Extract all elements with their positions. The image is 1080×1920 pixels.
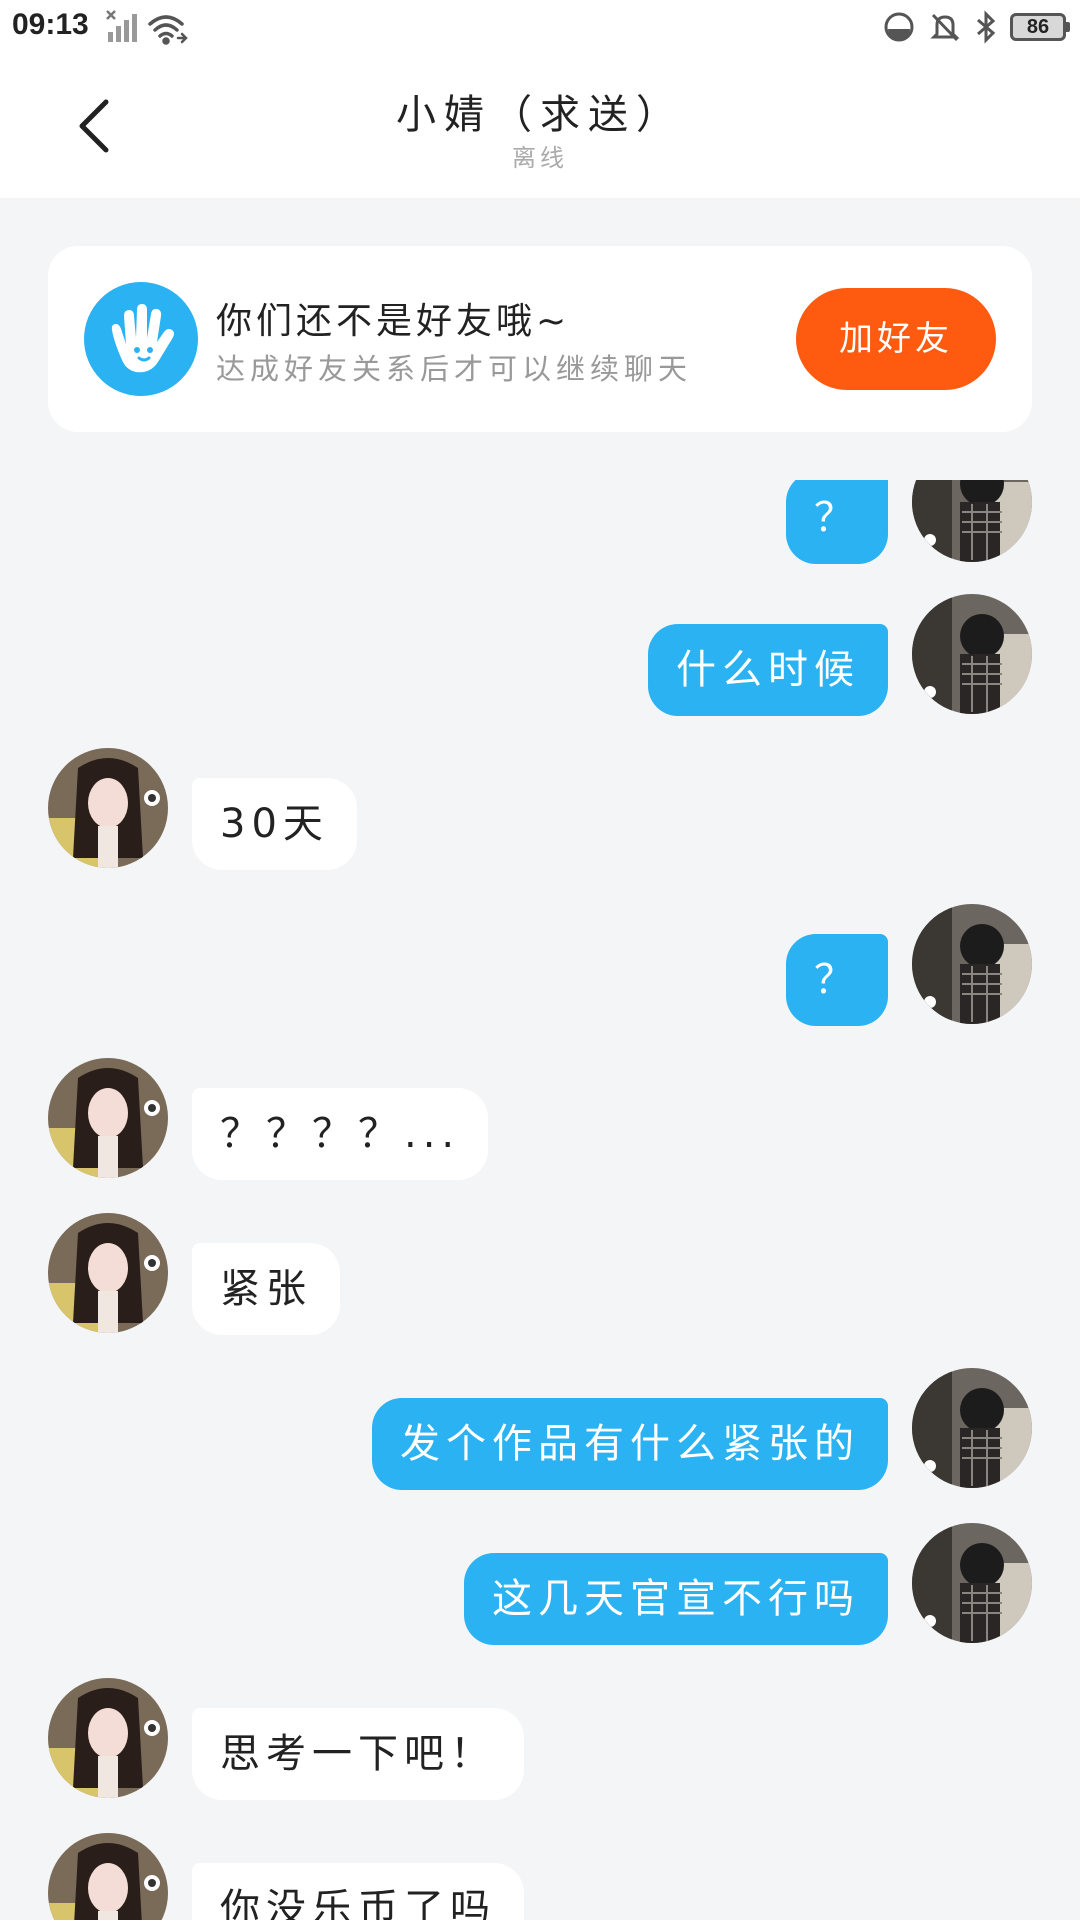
message-bubble[interactable]: 这几天官宣不行吗 xyxy=(464,1553,888,1645)
message-bubble[interactable]: ？？？？... xyxy=(192,1088,489,1180)
status-time: 09:13 xyxy=(12,8,89,41)
message-row: 你没乐币了吗 xyxy=(0,1833,1080,1920)
signal-icons xyxy=(106,10,190,50)
message-bubble[interactable]: 什么时候 xyxy=(648,624,888,716)
message-row: 这几天官宣不行吗 xyxy=(0,1523,1080,1645)
avatar[interactable] xyxy=(912,904,1032,1024)
message-row: 紧张 xyxy=(0,1213,1080,1335)
chat-title: 小婧（求送） xyxy=(396,92,684,138)
message-bubble[interactable]: ？ xyxy=(786,934,888,1026)
data-saver-icon xyxy=(884,12,914,42)
status-bar: 09:13 86 xyxy=(0,0,1080,56)
avatar[interactable] xyxy=(912,594,1032,714)
message-bubble[interactable]: 紧张 xyxy=(192,1243,340,1335)
message-row: 发个作品有什么紧张的 xyxy=(0,1368,1080,1490)
message-bubble[interactable]: 你没乐币了吗 xyxy=(192,1863,524,1920)
message-row: 30天 xyxy=(0,748,1080,870)
no-signal-icon xyxy=(106,10,137,42)
message-row: ？？？？... xyxy=(0,1058,1080,1180)
avatar[interactable] xyxy=(48,748,168,868)
avatar[interactable] xyxy=(48,1678,168,1798)
friend-prompt-title: 你们还不是好友哦~ xyxy=(216,301,571,342)
avatar[interactable] xyxy=(912,480,1032,562)
battery-icon: 86 xyxy=(1010,13,1070,41)
add-friend-card: 你们还不是好友哦~ 达成好友关系后才可以继续聊天 加好友 xyxy=(48,246,1032,432)
message-row: ？ xyxy=(0,904,1080,1026)
friend-prompt-description: 达成好友关系后才可以继续聊天 xyxy=(216,352,693,386)
message-list[interactable]: ？ 什么时候 30天 ？ ？？？？... 紧张 发个作品有什么紧张的 这几天官宣… xyxy=(0,480,1080,1920)
message-row: 什么时候 xyxy=(0,594,1080,716)
message-bubble[interactable]: 30天 xyxy=(192,778,357,870)
message-bubble[interactable]: 发个作品有什么紧张的 xyxy=(372,1398,888,1490)
message-bubble[interactable]: ？ xyxy=(786,480,888,564)
mute-bell-icon xyxy=(930,13,960,42)
hand-wave-icon xyxy=(84,282,198,396)
avatar[interactable] xyxy=(48,1213,168,1333)
chat-header: 小婧（求送） 离线 xyxy=(0,56,1080,198)
add-friend-button[interactable]: 加好友 xyxy=(796,288,996,390)
wifi-icon xyxy=(148,15,188,45)
message-bubble[interactable]: 思考一下吧！ xyxy=(192,1708,524,1800)
online-status: 离线 xyxy=(512,144,568,172)
avatar[interactable] xyxy=(48,1833,168,1920)
avatar[interactable] xyxy=(912,1523,1032,1643)
avatar[interactable] xyxy=(912,1368,1032,1488)
message-row: ？ xyxy=(0,480,1080,564)
avatar[interactable] xyxy=(48,1058,168,1178)
bluetooth-icon xyxy=(977,10,996,44)
status-right-icons: 86 xyxy=(882,10,1070,44)
message-row: 思考一下吧！ xyxy=(0,1678,1080,1800)
